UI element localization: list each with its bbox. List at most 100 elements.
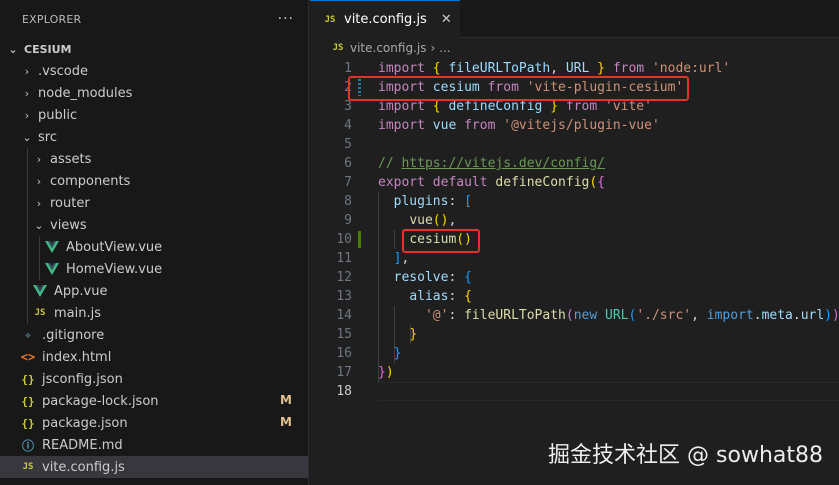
file-tree-item[interactable]: › components xyxy=(0,170,308,192)
code-token: , xyxy=(448,213,457,228)
vue-file-icon xyxy=(44,241,60,253)
chevron-down-icon: ⌄ xyxy=(8,42,18,56)
code-line[interactable]: 7 export default defineConfig({ xyxy=(310,173,839,192)
line-number: 15 xyxy=(336,327,352,342)
code-line[interactable]: 16 } xyxy=(310,344,839,363)
file-tree-label: main.js xyxy=(54,305,101,321)
breadcrumb-file[interactable]: vite.config.js xyxy=(350,41,426,55)
code-token: fileURLToPath xyxy=(464,308,566,323)
code-line[interactable]: 6 // https://vitejs.dev/config/ xyxy=(310,154,839,173)
breadcrumb-separator: › xyxy=(430,41,436,55)
file-tree-item[interactable]: {} package.json M xyxy=(0,412,308,434)
vue-file-icon xyxy=(32,285,48,297)
code-token: . xyxy=(792,308,801,323)
code-line[interactable]: 5 xyxy=(310,135,839,154)
file-tree-label: public xyxy=(38,107,78,123)
breadcrumb-symbol[interactable]: ... xyxy=(439,41,450,55)
code-token: ( xyxy=(589,175,598,190)
code-token: ( xyxy=(565,308,574,323)
code-text: } xyxy=(378,344,402,363)
code-token: defineConfig xyxy=(495,175,590,190)
current-line-highlight xyxy=(378,382,839,401)
chevron-down-icon: ⌄ xyxy=(22,130,32,144)
code-editor[interactable]: 1 import { fileURLToPath, URL } from 'nod… xyxy=(310,59,839,401)
tree-indent-guide xyxy=(27,148,28,170)
code-token: URL xyxy=(605,308,629,323)
file-tree-item[interactable]: HomeView.vue xyxy=(0,258,308,280)
code-text: alias: { xyxy=(378,287,472,306)
code-line[interactable]: 14 '@': fileURLToPath(new URL('./src', i… xyxy=(310,306,839,325)
line-number: 16 xyxy=(336,346,352,361)
line-number: 14 xyxy=(336,308,352,323)
file-tree-label: assets xyxy=(50,151,92,167)
file-tree-item[interactable]: ⓘ README.md xyxy=(0,434,308,456)
code-line[interactable]: 18 xyxy=(310,382,839,401)
file-tree-label: vite.config.js xyxy=(42,459,125,475)
code-token: export xyxy=(378,175,425,190)
file-tree-item[interactable]: › public xyxy=(0,104,308,126)
code-token: import xyxy=(706,308,754,323)
tab-vite-config[interactable]: JS vite.config.js ✕ xyxy=(310,0,460,38)
code-line[interactable]: 8 plugins: [ xyxy=(310,192,839,211)
line-number: 13 xyxy=(336,289,352,304)
code-line[interactable]: 11 ], xyxy=(310,249,839,268)
code-text: vue(), xyxy=(378,211,456,230)
git-added-marker[interactable] xyxy=(358,231,361,248)
file-tree-item[interactable]: ⌄ views xyxy=(0,214,308,236)
file-tree-item[interactable]: <> index.html xyxy=(0,346,308,368)
json-file-icon: {} xyxy=(21,416,35,430)
more-actions-icon[interactable]: ··· xyxy=(278,11,294,27)
code-token: { xyxy=(432,61,441,76)
code-line[interactable]: 10 cesium() xyxy=(310,230,839,249)
file-tree-item[interactable]: JS vite.config.js xyxy=(0,456,308,478)
code-token: ) xyxy=(832,308,839,323)
js-file-icon: JS xyxy=(324,14,336,25)
file-tree-label: src xyxy=(38,129,57,145)
file-tree-item[interactable]: › router xyxy=(0,192,308,214)
code-line[interactable]: 13 alias: { xyxy=(310,287,839,306)
code-token: import xyxy=(378,61,425,76)
explorer-sidebar: EXPLORER ··· ⌄ CESIUM › .vscode › node_modu… xyxy=(0,0,309,485)
file-tree-item[interactable]: ⌄ src xyxy=(0,126,308,148)
file-tree-item[interactable]: › assets xyxy=(0,148,308,170)
file-tree-label: AboutView.vue xyxy=(66,239,163,255)
file-tree-label: components xyxy=(50,173,131,189)
code-line[interactable]: 4 import vue from '@vitejs/plugin-vue' xyxy=(310,116,839,135)
tree-indent-guide xyxy=(39,236,40,258)
file-tree-label: README.md xyxy=(42,437,123,453)
code-line[interactable]: 17}) xyxy=(310,363,839,382)
code-line[interactable]: 9 vue(), xyxy=(310,211,839,230)
file-tree-item[interactable]: App.vue xyxy=(0,280,308,302)
code-line[interactable]: 15 } xyxy=(310,325,839,344)
file-tree-item[interactable]: AboutView.vue xyxy=(0,236,308,258)
line-number: 11 xyxy=(336,251,352,266)
code-token: ( xyxy=(432,213,441,228)
chevron-right-icon: › xyxy=(36,152,42,166)
highlight-box-cesium-call xyxy=(402,229,480,253)
line-number: 4 xyxy=(344,118,352,133)
js-file-icon: JS xyxy=(34,308,46,318)
code-token: ) xyxy=(824,308,833,323)
tree-indent-guide xyxy=(27,214,28,236)
close-icon[interactable]: ✕ xyxy=(441,12,452,27)
code-token: , xyxy=(401,251,410,266)
file-tree-item[interactable]: JS main.js xyxy=(0,302,308,324)
code-token: } xyxy=(409,327,418,342)
line-number: 10 xyxy=(336,232,352,247)
code-token: default xyxy=(432,175,488,190)
file-tree-item[interactable]: ◆ .gitignore xyxy=(0,324,308,346)
code-line[interactable]: 12 resolve: { xyxy=(310,268,839,287)
file-tree-item[interactable]: {} package-lock.json M xyxy=(0,390,308,412)
file-tree-item[interactable]: › .vscode xyxy=(0,60,308,82)
file-tree-item[interactable]: {} jsconfig.json xyxy=(0,368,308,390)
line-number: 9 xyxy=(344,213,352,228)
file-tree-item[interactable]: › node_modules xyxy=(0,82,308,104)
project-folder[interactable]: ⌄ CESIUM xyxy=(0,38,308,60)
tree-indent-guide xyxy=(27,280,28,302)
